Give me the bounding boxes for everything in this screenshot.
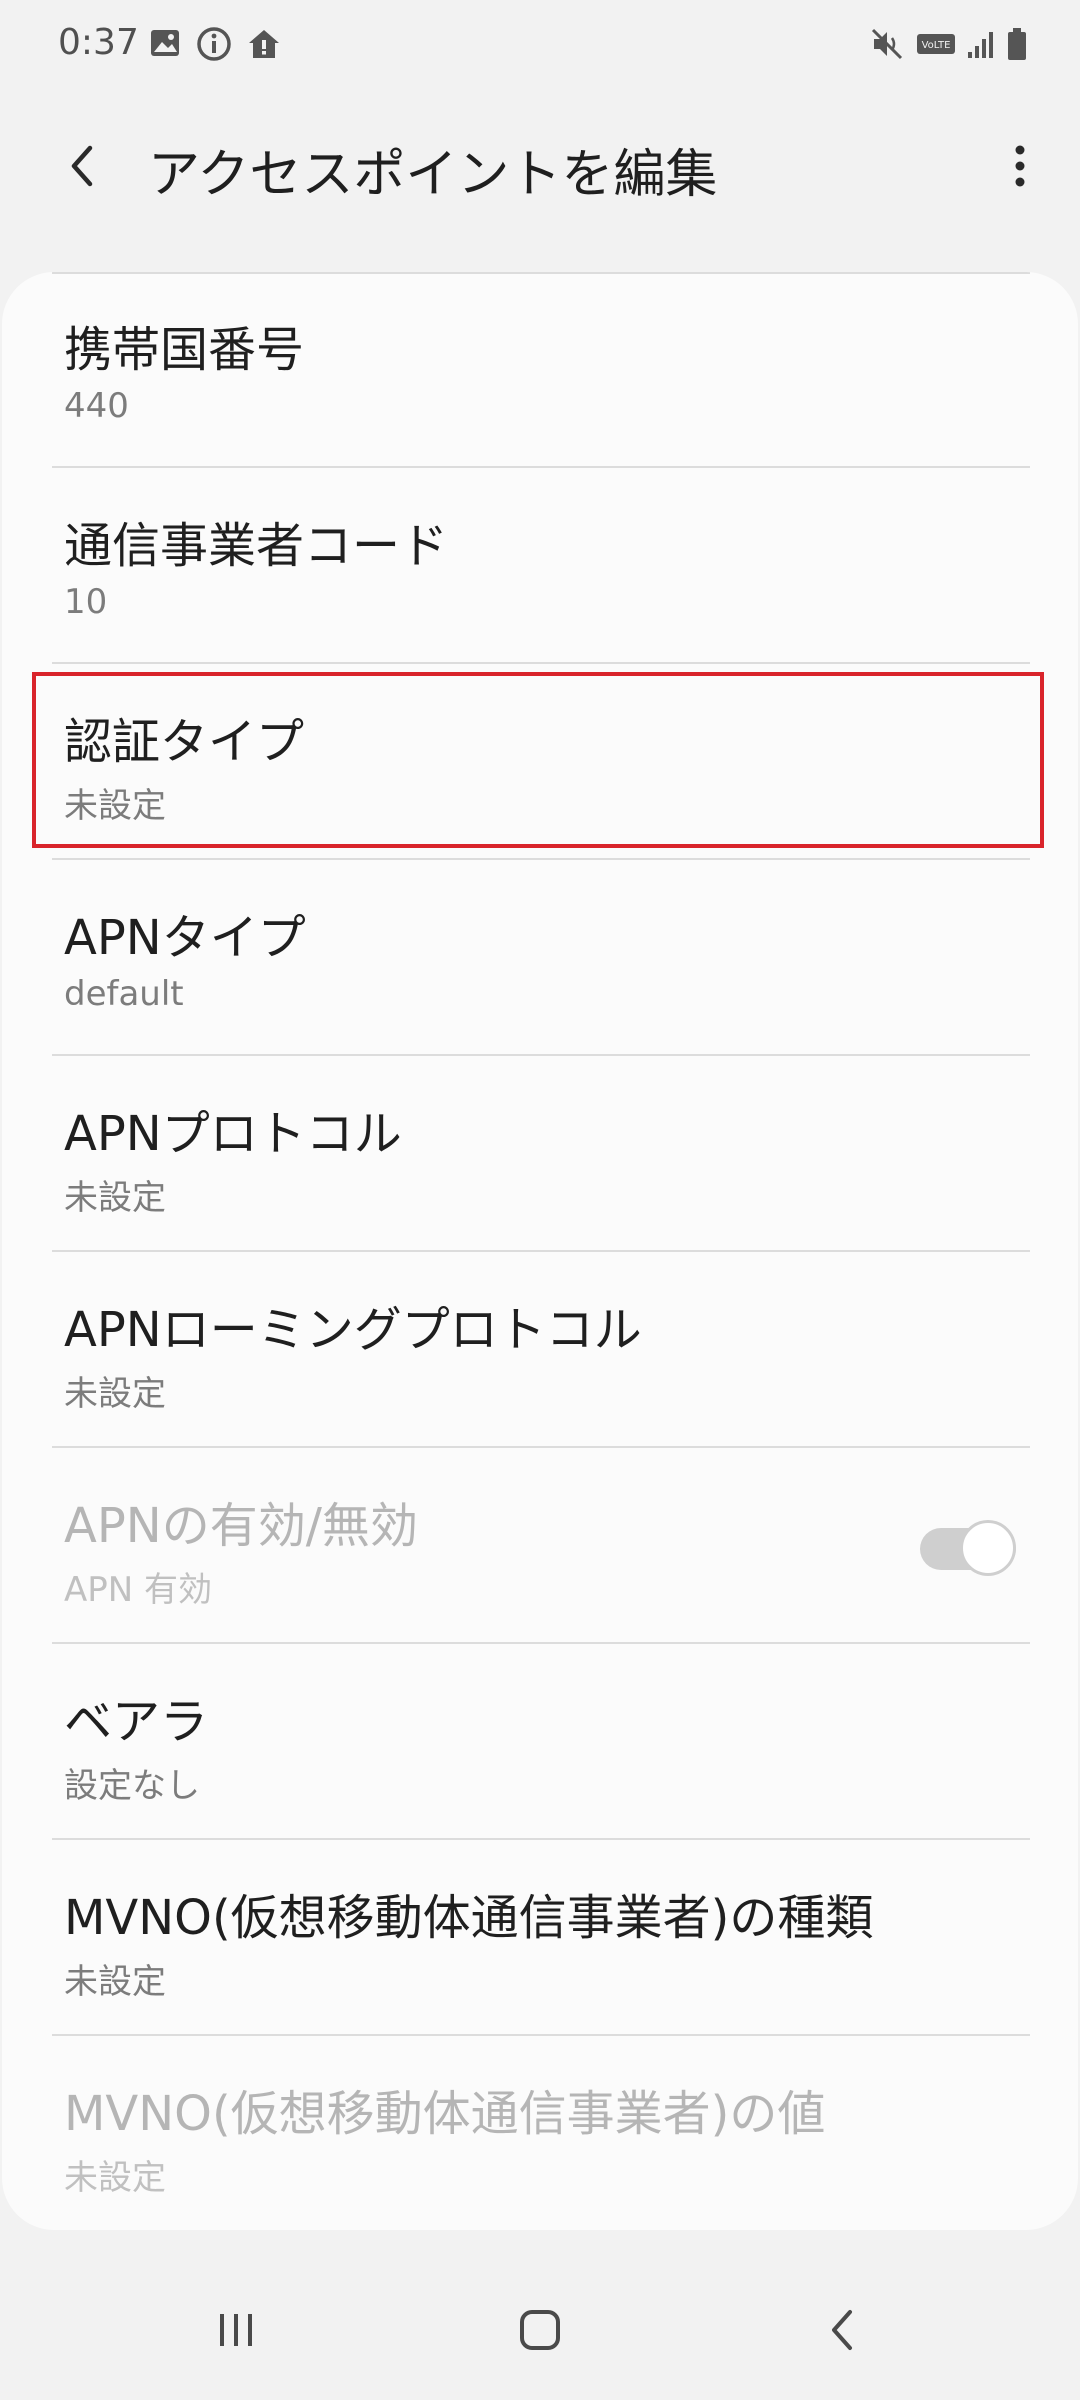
app-bar: アクセスポイントを編集 bbox=[0, 120, 1080, 210]
navigation-bar bbox=[0, 2260, 1080, 2400]
battery-icon bbox=[1008, 28, 1026, 60]
more-options-button[interactable] bbox=[990, 136, 1050, 196]
image-icon bbox=[151, 30, 179, 56]
home-alert-icon bbox=[249, 30, 279, 58]
info-icon bbox=[197, 27, 231, 61]
settings-card: 携帯国番号 440 通信事業者コード 10 認証タイプ 未設定 APNタイプ d… bbox=[2, 272, 1078, 2230]
list-item-mnc[interactable]: 通信事業者コード 10 bbox=[2, 468, 1078, 664]
mute-vibrate-icon bbox=[871, 28, 903, 60]
list-item-apn-roaming-protocol[interactable]: APNローミングプロトコル 未設定 bbox=[2, 1252, 1078, 1448]
svg-text:VoLTE: VoLTE bbox=[922, 40, 951, 51]
highlight-box bbox=[32, 672, 1044, 848]
item-summary: 440 bbox=[64, 386, 129, 426]
page-title: アクセスポイントを編集 bbox=[148, 145, 718, 205]
back-button[interactable] bbox=[52, 136, 112, 196]
back-nav-icon bbox=[832, 2310, 852, 2350]
list-item-apn-enable: APNの有効/無効 APN 有効 bbox=[2, 1448, 1078, 1644]
list-item-mcc[interactable]: 携帯国番号 440 bbox=[2, 272, 1078, 468]
home-icon bbox=[520, 2310, 560, 2350]
item-summary: 未設定 bbox=[64, 1178, 166, 1218]
volte-icon: VoLTE bbox=[917, 34, 955, 54]
item-summary: 未設定 bbox=[64, 1962, 166, 2002]
list-item-mvno-type[interactable]: MVNO(仮想移動体通信事業者)の種類 未設定 bbox=[2, 1840, 1078, 2036]
item-title: APNタイプ bbox=[64, 910, 306, 966]
back-nav-button[interactable] bbox=[792, 2290, 892, 2370]
item-summary: 設定なし bbox=[64, 1766, 200, 1806]
back-icon bbox=[71, 145, 93, 187]
toggle-thumb bbox=[960, 1520, 1016, 1576]
list-item-apn-protocol[interactable]: APNプロトコル 未設定 bbox=[2, 1056, 1078, 1252]
item-title: 携帯国番号 bbox=[64, 322, 305, 378]
recent-apps-button[interactable] bbox=[186, 2290, 286, 2370]
item-summary: 未設定 bbox=[64, 1374, 166, 1414]
item-summary: APN 有効 bbox=[64, 1570, 213, 1610]
item-title: 通信事業者コード bbox=[64, 518, 449, 574]
item-title: APNの有効/無効 bbox=[64, 1498, 418, 1554]
status-system-icons: VoLTE bbox=[870, 26, 1028, 62]
item-title: ベアラ bbox=[64, 1694, 209, 1750]
item-title: APNプロトコル bbox=[64, 1106, 402, 1162]
status-notification-icons bbox=[148, 26, 282, 62]
signal-icon bbox=[968, 32, 993, 58]
status-time: 0:37 bbox=[58, 22, 139, 63]
list-item-mvno-value: MVNO(仮想移動体通信事業者)の値 未設定 bbox=[2, 2036, 1078, 2230]
item-summary: 未設定 bbox=[64, 2158, 166, 2198]
item-title: MVNO(仮想移動体通信事業者)の種類 bbox=[64, 1890, 874, 1946]
list-item-apn-type[interactable]: APNタイプ default bbox=[2, 860, 1078, 1056]
recent-apps-icon bbox=[220, 2314, 252, 2346]
home-button[interactable] bbox=[490, 2290, 590, 2370]
item-title: MVNO(仮想移動体通信事業者)の値 bbox=[64, 2086, 826, 2142]
status-bar: 0:37 VoLTE bbox=[0, 0, 1080, 90]
item-title: APNローミングプロトコル bbox=[64, 1302, 642, 1358]
item-summary: 10 bbox=[64, 582, 108, 622]
more-vert-icon bbox=[1015, 145, 1025, 187]
apn-enable-toggle bbox=[920, 1520, 1016, 1576]
list-item-bearer[interactable]: ベアラ 設定なし bbox=[2, 1644, 1078, 1840]
item-summary: default bbox=[64, 974, 184, 1014]
